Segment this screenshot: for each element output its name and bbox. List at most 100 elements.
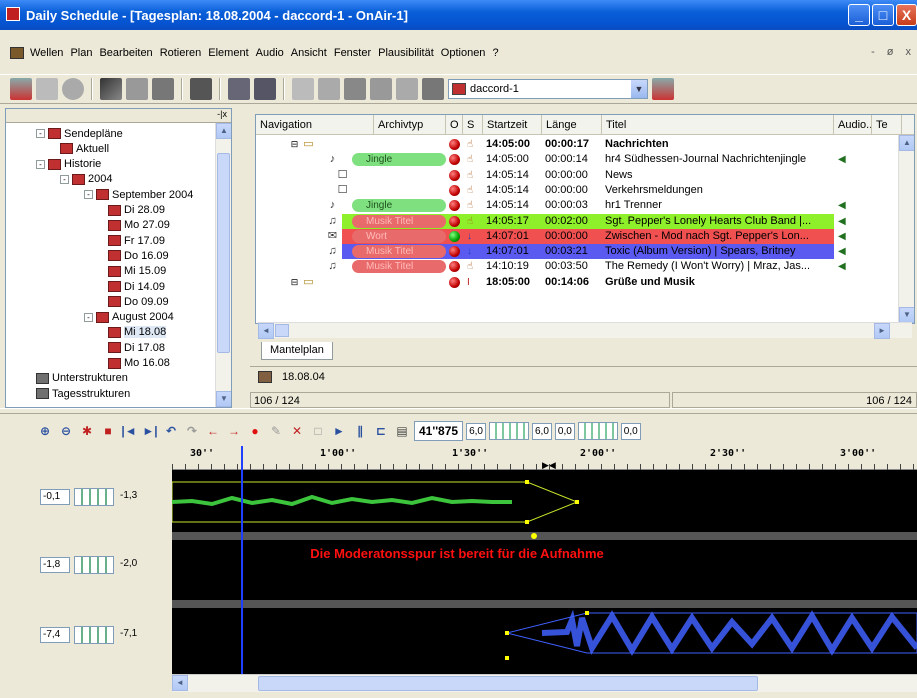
grid-view-icon[interactable] — [190, 78, 212, 100]
cursor-icon[interactable]: I — [467, 277, 478, 288]
delete-icon[interactable]: ✕ — [288, 422, 306, 440]
scroll-up-icon[interactable]: ▲ — [899, 135, 914, 151]
tree-vertical-scrollbar[interactable]: ▲ ▼ — [215, 123, 231, 407]
tree-node[interactable]: Mi 18.08 — [108, 325, 167, 340]
tree-node[interactable]: Mi 15.09 — [108, 264, 166, 279]
pause-icon[interactable]: ∥ — [351, 422, 369, 440]
tree-node[interactable]: Do 16.09 — [108, 248, 169, 263]
open-icon[interactable] — [10, 78, 32, 100]
track-2-fader[interactable] — [74, 556, 114, 574]
speaker-icon[interactable] — [292, 78, 314, 100]
table-row[interactable]: ▭ ⊟ ☝ 14:05:00 00:00:17 Nachrichten — [256, 137, 898, 152]
table-row[interactable]: ♫ Musik Titel ☝ 14:05:17 00:02:00 Sgt. Pepper… — [256, 213, 898, 229]
hand-icon[interactable]: ☝ — [467, 216, 478, 227]
status-dot-icon[interactable] — [449, 230, 460, 242]
tree-node[interactable]: Do 09.09 — [108, 294, 169, 309]
speaker-icon[interactable]: ◀ — [838, 261, 850, 272]
properties-icon[interactable] — [254, 78, 276, 100]
menu-plausibilitaet[interactable]: Plausibilität — [378, 47, 434, 59]
music-icon[interactable] — [344, 78, 366, 100]
tree-node[interactable]: - September 2004 — [84, 187, 193, 202]
hand-icon[interactable]: ☝ — [467, 261, 478, 272]
menu-audio[interactable]: Audio — [256, 47, 284, 59]
mdi-minimize-button[interactable]: - — [871, 46, 875, 58]
chevron-down-icon[interactable]: ▼ — [631, 80, 647, 98]
table-row[interactable]: ▭ ⊟ I 18:05:00 00:14:06 Grüße und Musik — [256, 275, 898, 290]
waveform-svg[interactable] — [172, 470, 917, 680]
scroll-down-icon[interactable]: ▼ — [899, 307, 914, 323]
redo-icon[interactable]: ↷ — [183, 422, 201, 440]
track-3-fader[interactable] — [74, 626, 114, 644]
station-select[interactable]: daccord-1 ▼ — [448, 79, 648, 99]
import-icon[interactable] — [370, 78, 392, 100]
grid-horizontal-scrollbar[interactable]: ◄ ► — [258, 322, 912, 339]
playhead[interactable] — [241, 446, 243, 680]
status-dot-icon[interactable] — [449, 184, 460, 196]
menu-element[interactable]: Element — [208, 47, 248, 59]
menu-optionen[interactable]: Optionen — [441, 47, 486, 59]
menu-wellen[interactable]: Wellen — [30, 47, 63, 59]
status-dot-icon[interactable] — [449, 200, 460, 212]
speaker-icon[interactable]: ◀ — [838, 200, 850, 211]
tree-expander-icon[interactable]: - — [36, 129, 45, 138]
fade-in-value[interactable]: 6,0 — [466, 422, 486, 440]
menu-fenster[interactable]: Fenster — [334, 47, 371, 59]
scroll-right-icon[interactable]: ► — [874, 323, 890, 339]
status-dot-icon[interactable] — [449, 154, 460, 166]
status-dot-icon[interactable] — [449, 276, 460, 288]
close-button[interactable]: X — [896, 4, 917, 26]
save-icon[interactable] — [36, 78, 58, 100]
scroll-thumb[interactable] — [275, 324, 289, 337]
arrow-left-icon[interactable]: ← — [204, 422, 222, 440]
tree-node[interactable]: Di 17.08 — [108, 340, 165, 355]
arrow-icon[interactable]: ↓ — [467, 231, 478, 242]
tree-expander-icon[interactable]: - — [36, 159, 45, 169]
speaker-icon[interactable]: ◀ — [838, 246, 850, 257]
speaker-icon[interactable]: ◀ — [838, 154, 850, 165]
collapse-icon[interactable]: ⊟ — [288, 138, 301, 151]
speaker-icon[interactable]: ◀ — [838, 216, 850, 227]
status-dot-icon[interactable] — [449, 169, 460, 181]
hand-icon[interactable]: ☝ — [467, 170, 478, 181]
tree-node[interactable]: Tagesstrukturen — [36, 386, 130, 401]
jingle-icon[interactable] — [318, 78, 340, 100]
scroll-left-icon[interactable]: ◄ — [258, 323, 274, 339]
arrow-right-icon[interactable]: → — [225, 422, 243, 440]
track-1-fader[interactable] — [74, 488, 114, 506]
marker-icon[interactable]: ■ — [99, 422, 117, 440]
paste-icon[interactable] — [152, 78, 174, 100]
arrow-icon[interactable]: ↓ — [467, 246, 478, 257]
insert-icon[interactable] — [228, 78, 250, 100]
collapse-icon[interactable]: ⊟ — [288, 276, 301, 289]
tree-node[interactable]: Unterstrukturen — [36, 371, 128, 386]
check-icon[interactable] — [62, 78, 84, 100]
tree-node[interactable]: Mo 27.09 — [108, 218, 170, 233]
menu-rotieren[interactable]: Rotieren — [160, 47, 202, 59]
loop-icon[interactable]: ⊏ — [372, 422, 390, 440]
hand-icon[interactable]: ☝ — [467, 154, 478, 165]
zoom-all-icon[interactable]: ✱ — [78, 422, 96, 440]
table-row[interactable]: ☐ ☝ 14:05:14 00:00:00 Verkehrsmeldungen — [256, 183, 898, 198]
gain-value[interactable]: 0,0 — [554, 422, 575, 440]
tree-node[interactable]: Fr 17.09 — [108, 233, 165, 248]
scroll-down-icon[interactable]: ▼ — [216, 391, 231, 407]
copy-icon[interactable] — [126, 78, 148, 100]
waveform-horizontal-scrollbar[interactable]: ◄ — [172, 674, 917, 692]
cut-icon[interactable] — [100, 78, 122, 100]
copy-region-icon[interactable]: □ — [309, 422, 327, 440]
pane-splitter[interactable] — [0, 408, 917, 414]
col-laenge[interactable]: Länge — [542, 115, 602, 135]
zoom-out-icon[interactable]: ⊖ — [57, 422, 75, 440]
tree-node[interactable]: Di 14.09 — [108, 279, 165, 294]
maximize-button[interactable]: □ — [872, 4, 894, 26]
track-1-left-level[interactable]: -0,1 — [40, 489, 70, 505]
track-3-left-level[interactable]: -7,4 — [40, 627, 70, 643]
play-icon[interactable]: ► — [330, 422, 348, 440]
table-row[interactable]: ♫ Musik Titel ☝ 14:10:19 00:03:50 The Remedy … — [256, 259, 898, 274]
scroll-thumb[interactable] — [258, 676, 758, 691]
tree-expander-icon[interactable]: - — [84, 312, 93, 322]
menu-ansicht[interactable]: Ansicht — [291, 47, 327, 59]
menu-bearbeiten[interactable]: Bearbeiten — [99, 47, 152, 59]
tab-mantelplan[interactable]: Mantelplan — [261, 342, 333, 360]
time-ruler[interactable]: 30'' 1'00'' 1'30'' 2'00'' 2'30'' 3'00'' … — [172, 448, 917, 470]
